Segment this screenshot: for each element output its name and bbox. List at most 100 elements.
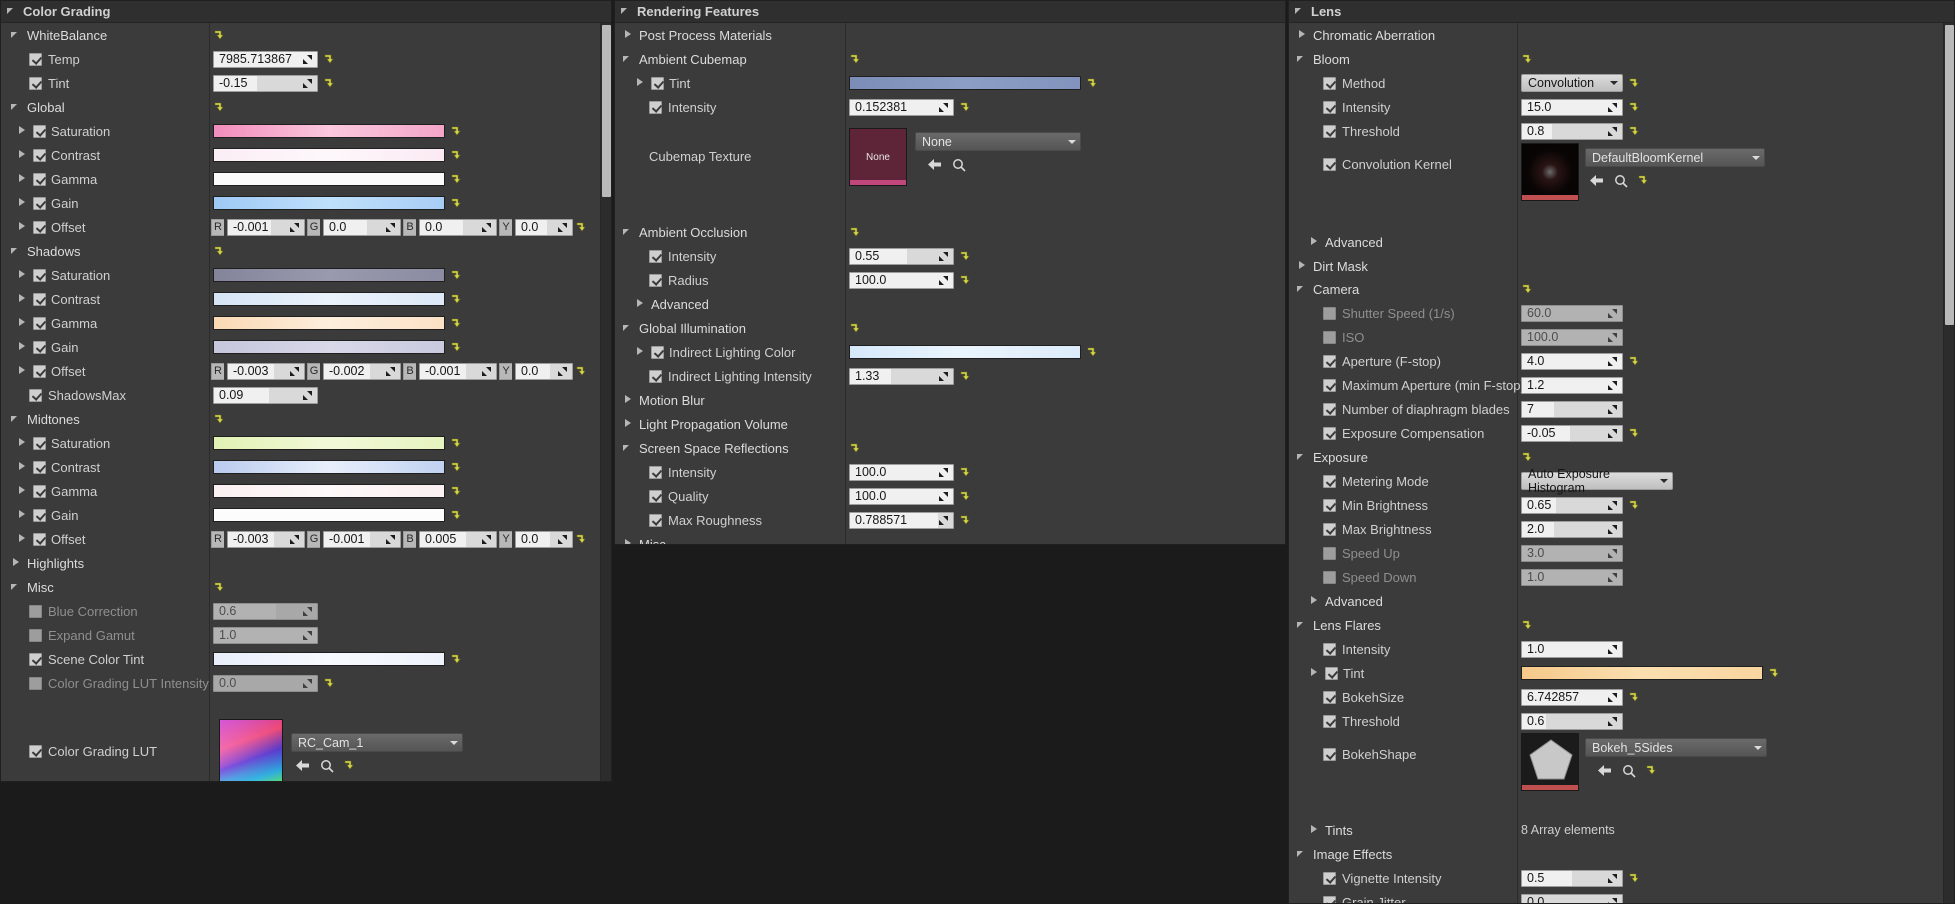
group-shadows[interactable]: Shadows	[1, 239, 611, 263]
row-bloom-threshold[interactable]: Threshold 0.8	[1289, 119, 1954, 143]
global-gain-color-swatch[interactable]	[213, 196, 445, 211]
reset-arrow-icon[interactable]	[213, 101, 225, 114]
convolution-kernel-checkbox[interactable]	[1323, 158, 1336, 171]
chevron-down-icon[interactable]	[11, 414, 22, 425]
row-global-gamma[interactable]: Gamma	[1, 167, 611, 191]
spinner-arrows-icon[interactable]	[937, 465, 949, 480]
offset-g-field[interactable]: G -0.002	[307, 362, 401, 380]
group-lens-flares[interactable]: Lens Flares	[1289, 613, 1954, 637]
row-global-contrast[interactable]: Contrast	[1, 143, 611, 167]
chevron-down-icon[interactable]	[623, 54, 634, 65]
reset-arrow-icon[interactable]	[1628, 691, 1640, 704]
row-bokeh-shape[interactable]: BokehShape Bokeh_5Sides	[1289, 733, 1954, 803]
chevron-down-icon[interactable]	[11, 102, 22, 113]
group-bloom-advanced[interactable]: Advanced	[1289, 230, 1954, 254]
group-screen-space-reflections[interactable]: Screen Space Reflections	[615, 436, 1285, 460]
lut-asset-combo[interactable]: RC_Cam_1	[291, 733, 463, 752]
bloom-kernel-asset-combo[interactable]: DefaultBloomKernel	[1585, 148, 1765, 167]
spinner-arrows-icon[interactable]	[1606, 402, 1618, 417]
spinner-arrows-icon[interactable]	[1606, 124, 1618, 139]
use-selected-asset-icon[interactable]	[1589, 173, 1604, 188]
reset-arrow-icon[interactable]	[323, 53, 335, 66]
reset-arrow-icon[interactable]	[1768, 667, 1780, 680]
row-lens-flare-intensity[interactable]: Intensity 1.0	[1289, 637, 1954, 661]
reset-arrow-icon[interactable]	[1628, 872, 1640, 885]
offset-b-field[interactable]: B -0.001	[403, 362, 497, 380]
lens-scrollbar[interactable]	[1943, 23, 1954, 903]
ssr-intensity-input[interactable]: 100.0	[849, 463, 954, 481]
reset-arrow-icon[interactable]	[213, 581, 225, 594]
row-ssr-quality[interactable]: Quality 100.0	[615, 484, 1285, 508]
offset-y-field[interactable]: Y 0.0	[499, 362, 573, 380]
row-shadows-offset[interactable]: Offset R -0.003 G -0.002 B -0.001 Y 0.0	[1, 359, 611, 383]
chevron-down-icon[interactable]	[1297, 284, 1308, 295]
spinner-arrows-icon[interactable]	[301, 76, 313, 91]
group-rf-misc[interactable]: Misc	[615, 532, 1285, 544]
browse-asset-icon[interactable]	[1613, 173, 1628, 188]
expand-gamut-input[interactable]: 1.0	[213, 626, 318, 644]
midtones-gain-color-swatch[interactable]	[213, 508, 445, 523]
use-selected-asset-icon[interactable]	[927, 157, 942, 172]
row-indirect-lighting-intensity[interactable]: Indirect Lighting Intensity 1.33	[615, 364, 1285, 388]
reset-arrow-icon[interactable]	[1628, 427, 1640, 440]
vignette-intensity-input[interactable]: 0.5	[1521, 869, 1623, 887]
group-light-propagation-volume[interactable]: Light Propagation Volume	[615, 412, 1285, 436]
chevron-right-icon[interactable]	[17, 341, 28, 353]
row-global-gain[interactable]: Gain	[1, 191, 611, 215]
chevron-down-icon[interactable]	[450, 740, 458, 749]
chevron-down-icon[interactable]	[1752, 155, 1760, 164]
ssr-max-roughness-checkbox[interactable]	[649, 513, 662, 527]
row-max-aperture[interactable]: Maximum Aperture (min F-stop) 1.2	[1289, 373, 1954, 397]
reset-arrow-icon[interactable]	[1086, 77, 1098, 90]
bloom-intensity-input[interactable]: 15.0	[1521, 98, 1623, 116]
row-global-saturation[interactable]: Saturation	[1, 119, 611, 143]
cubemap-asset-combo[interactable]: None	[915, 132, 1081, 151]
chevron-right-icon[interactable]	[17, 149, 28, 161]
offset-r-field[interactable]: R -0.003	[211, 362, 305, 380]
chevron-down-icon[interactable]	[1068, 139, 1076, 148]
indirect-lighting-color-swatch[interactable]	[849, 345, 1081, 360]
row-blue-correction[interactable]: Blue Correction 0.6	[1, 599, 611, 623]
reset-arrow-icon[interactable]	[1521, 619, 1533, 632]
spinner-arrows-icon[interactable]	[1606, 690, 1618, 705]
spinner-arrows-icon[interactable]	[480, 220, 492, 235]
reset-arrow-icon[interactable]	[450, 317, 462, 330]
indirect-lighting-intensity-input[interactable]: 1.33	[849, 367, 954, 385]
lens-header[interactable]: Lens	[1289, 1, 1954, 23]
chevron-right-icon[interactable]	[1309, 595, 1320, 607]
row-grain-jitter[interactable]: Grain Jitter 0.0	[1289, 890, 1954, 903]
spinner-arrows-icon[interactable]	[301, 604, 313, 619]
bloom-intensity-checkbox[interactable]	[1323, 100, 1336, 114]
max-aperture-input[interactable]: 1.2	[1521, 376, 1623, 394]
grain-jitter-checkbox[interactable]	[1323, 895, 1336, 903]
spinner-arrows-icon[interactable]	[480, 364, 492, 379]
row-ssr-intensity[interactable]: Intensity 100.0	[615, 460, 1285, 484]
spinner-arrows-icon[interactable]	[1606, 378, 1618, 393]
row-bloom-intensity[interactable]: Intensity 15.0	[1289, 95, 1954, 119]
bokeh-size-input[interactable]: 6.742857	[1521, 688, 1623, 706]
group-exposure-advanced[interactable]: Advanced	[1289, 589, 1954, 613]
reset-arrow-icon[interactable]	[450, 485, 462, 498]
spinner-arrows-icon[interactable]	[288, 364, 300, 379]
ssr-max-roughness-input[interactable]: 0.788571	[849, 511, 954, 529]
cubemap-asset-picker[interactable]: None	[915, 132, 1081, 172]
ambient-cubemap-intensity-input[interactable]: 0.152381	[849, 98, 954, 116]
spinner-arrows-icon[interactable]	[1606, 498, 1618, 513]
reset-arrow-icon[interactable]	[323, 77, 335, 90]
row-bokeh-size[interactable]: BokehSize 6.742857	[1289, 685, 1954, 709]
spinner-arrows-icon[interactable]	[1606, 354, 1618, 369]
exposure-compensation-input[interactable]: -0.05	[1521, 424, 1623, 442]
group-image-effects[interactable]: Image Effects	[1289, 842, 1954, 866]
spinner-arrows-icon[interactable]	[301, 628, 313, 643]
reset-arrow-icon[interactable]	[575, 365, 587, 378]
chevron-right-icon[interactable]	[1309, 236, 1320, 248]
lens-flare-tint-checkbox[interactable]	[1325, 666, 1338, 680]
bokeh-shape-asset-picker[interactable]: Bokeh_5Sides	[1585, 738, 1767, 778]
min-brightness-checkbox[interactable]	[1323, 498, 1336, 512]
chevron-right-icon[interactable]	[17, 485, 28, 497]
offset-y-field[interactable]: Y 0.0	[499, 530, 573, 548]
reset-arrow-icon[interactable]	[450, 461, 462, 474]
reset-arrow-icon[interactable]	[213, 413, 225, 426]
reset-arrow-icon[interactable]	[450, 341, 462, 354]
global-gamma-color-swatch[interactable]	[213, 172, 445, 187]
